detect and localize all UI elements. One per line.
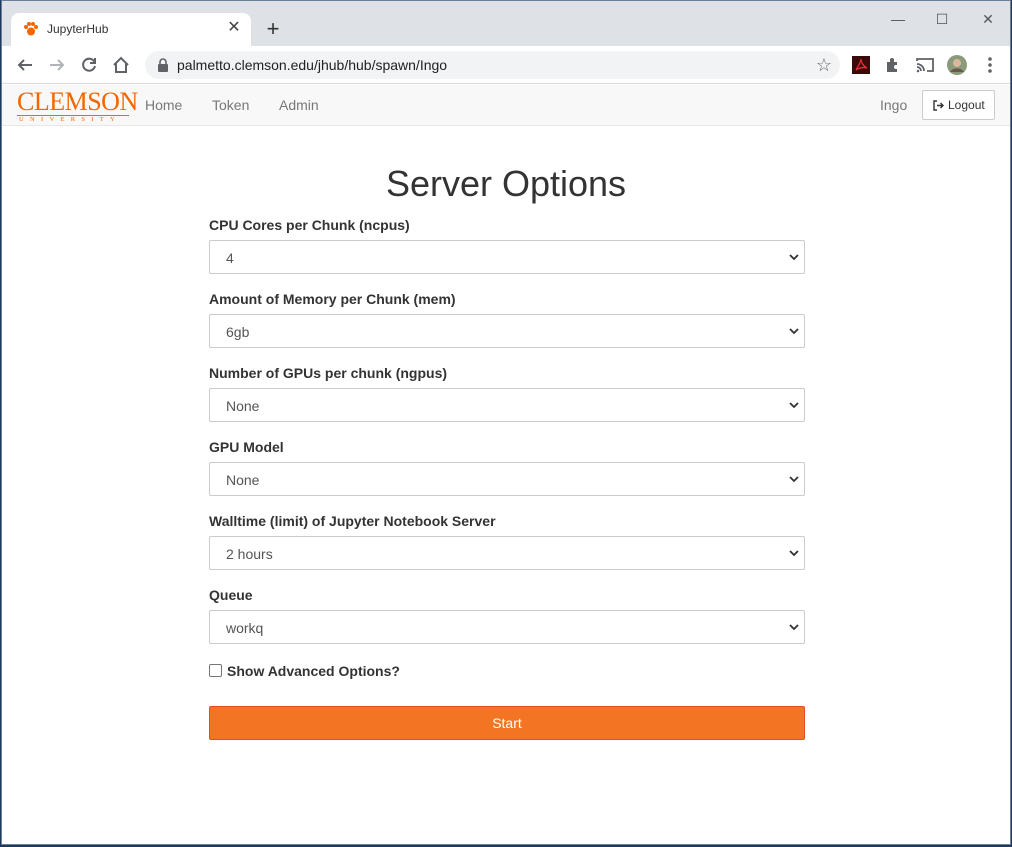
reload-button[interactable] bbox=[77, 53, 101, 77]
home-button[interactable] bbox=[109, 53, 133, 77]
logo-subtitle: UNIVERSITY bbox=[17, 115, 129, 123]
ncpus-value: 4 bbox=[226, 250, 234, 266]
queue-label: Queue bbox=[209, 587, 253, 603]
tab-strip: JupyterHub ✕ + — ☐ ✕ bbox=[2, 1, 1010, 46]
ngpus-select[interactable]: None bbox=[209, 388, 805, 422]
gpu-model-label: GPU Model bbox=[209, 439, 284, 455]
mem-value: 6gb bbox=[226, 324, 250, 340]
minimize-button[interactable]: — bbox=[886, 9, 910, 29]
cast-icon[interactable] bbox=[914, 54, 936, 76]
tab-title: JupyterHub bbox=[47, 22, 109, 36]
close-window-button[interactable]: ✕ bbox=[976, 9, 1000, 29]
reload-icon bbox=[82, 57, 96, 72]
new-tab-button[interactable]: + bbox=[260, 16, 286, 42]
arrow-right-icon bbox=[50, 59, 65, 71]
ncpus-label: CPU Cores per Chunk (ncpus) bbox=[209, 217, 410, 233]
nav-token-link[interactable]: Token bbox=[212, 97, 249, 113]
kebab-menu-icon[interactable] bbox=[979, 54, 1001, 76]
bookmark-star-icon[interactable]: ☆ bbox=[816, 55, 832, 76]
browser-window: JupyterHub ✕ + — ☐ ✕ palmetto.clemson.ed… bbox=[1, 0, 1011, 845]
url-text: palmetto.clemson.edu/jhub/hub/spawn/Ingo bbox=[177, 57, 448, 73]
logout-button[interactable]: Logout bbox=[922, 90, 995, 120]
back-button[interactable] bbox=[13, 53, 37, 77]
walltime-select[interactable]: 2 hours bbox=[209, 536, 805, 570]
page-title: Server Options bbox=[385, 163, 627, 204]
username-label: Ingo bbox=[880, 97, 908, 113]
nav-admin-link[interactable]: Admin bbox=[279, 97, 319, 113]
browser-toolbar: palmetto.clemson.edu/jhub/hub/spawn/Ingo… bbox=[2, 46, 1010, 84]
maximize-button[interactable]: ☐ bbox=[930, 9, 954, 29]
ncpus-select[interactable]: 4 bbox=[209, 240, 805, 274]
clemson-logo[interactable]: CLEMSON UNIVERSITY bbox=[17, 87, 138, 123]
nav-home-link[interactable]: Home bbox=[145, 97, 182, 113]
chevron-down-icon bbox=[789, 476, 799, 483]
logout-label: Logout bbox=[948, 98, 985, 112]
mem-select[interactable]: 6gb bbox=[209, 314, 805, 348]
chevron-down-icon bbox=[789, 624, 799, 631]
walltime-label: Walltime (limit) of Jupyter Notebook Ser… bbox=[209, 513, 496, 529]
logo-wordmark: CLEMSON bbox=[17, 87, 138, 116]
address-bar[interactable]: palmetto.clemson.edu/jhub/hub/spawn/Ingo… bbox=[145, 51, 840, 79]
start-button[interactable]: Start bbox=[209, 706, 805, 740]
home-icon bbox=[113, 56, 129, 73]
chevron-down-icon bbox=[789, 254, 799, 261]
walltime-value: 2 hours bbox=[226, 546, 273, 562]
arrow-left-icon bbox=[17, 59, 32, 71]
tab-close-icon[interactable]: ✕ bbox=[225, 19, 243, 37]
puzzle-icon[interactable] bbox=[882, 54, 904, 76]
chevron-down-icon bbox=[789, 328, 799, 335]
sign-out-icon bbox=[933, 100, 944, 111]
pdf-extension-icon[interactable] bbox=[850, 54, 872, 76]
queue-select[interactable]: workq bbox=[209, 610, 805, 644]
mem-label: Amount of Memory per Chunk (mem) bbox=[209, 291, 456, 307]
advanced-options-label[interactable]: Show Advanced Options? bbox=[227, 663, 400, 679]
gpu-model-select[interactable]: None bbox=[209, 462, 805, 496]
chevron-down-icon bbox=[789, 402, 799, 409]
forward-button[interactable] bbox=[45, 53, 69, 77]
gpu-model-value: None bbox=[226, 472, 260, 488]
queue-value: workq bbox=[226, 620, 264, 636]
paw-icon bbox=[24, 22, 38, 36]
advanced-options-checkbox[interactable] bbox=[209, 664, 222, 677]
jupyterhub-navbar: CLEMSON UNIVERSITY Home Token Admin Ingo… bbox=[2, 85, 1010, 126]
tab-jupyterhub[interactable]: JupyterHub ✕ bbox=[11, 13, 251, 46]
ngpus-label: Number of GPUs per chunk (ngpus) bbox=[209, 365, 448, 381]
ngpus-value: None bbox=[226, 398, 260, 414]
profile-avatar-icon[interactable] bbox=[946, 54, 968, 76]
chevron-down-icon bbox=[789, 550, 799, 557]
lock-icon bbox=[158, 58, 168, 72]
